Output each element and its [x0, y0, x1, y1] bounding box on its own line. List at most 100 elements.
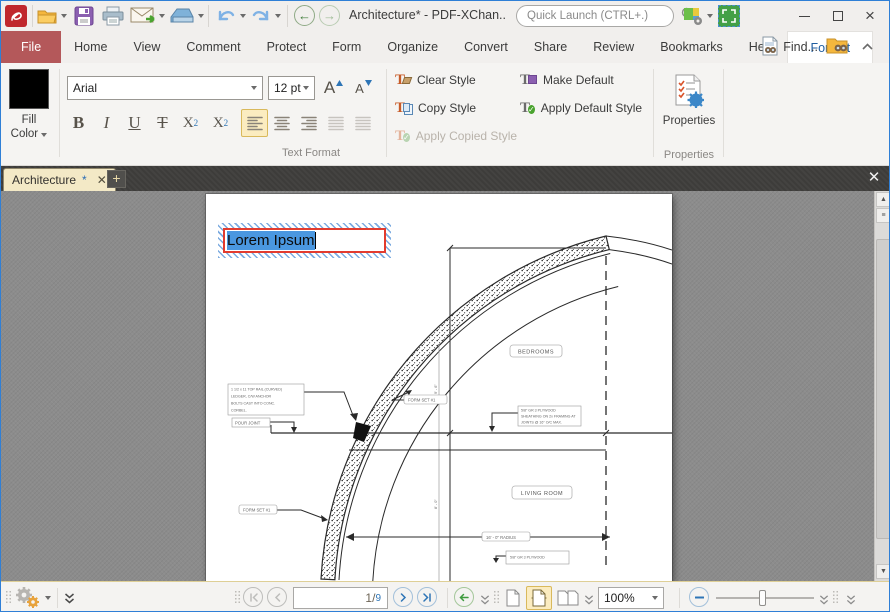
next-page-button[interactable]	[393, 587, 413, 607]
scroll-down-button[interactable]: ▼	[876, 564, 890, 579]
justify-button[interactable]	[322, 109, 349, 137]
ui-options-icon[interactable]	[681, 5, 707, 27]
scroll-up-button[interactable]: ▲	[876, 192, 890, 207]
email-icon[interactable]	[129, 5, 159, 27]
zoom-slider-handle[interactable]	[759, 590, 766, 606]
make-default-button[interactable]: T Make Default	[520, 69, 614, 91]
apply-default-style-button[interactable]: T✓ Apply Default Style	[520, 97, 642, 119]
font-size-select[interactable]: 12 pt	[268, 76, 315, 100]
shrink-font-button[interactable]: A	[350, 74, 377, 102]
align-left-button[interactable]	[241, 109, 268, 137]
back-icon[interactable]: ←	[294, 5, 315, 26]
fill-color-swatch[interactable]	[9, 69, 49, 109]
underline-button[interactable]: U	[121, 109, 148, 137]
layout-continuous-button[interactable]	[526, 586, 552, 610]
vertical-scrollbar[interactable]: ▲ ≡ ▼	[874, 191, 890, 581]
italic-button[interactable]: I	[93, 109, 120, 137]
textbox-selected-text[interactable]: Lorem Ipsum	[227, 231, 315, 250]
layout-single-button[interactable]	[502, 586, 524, 610]
close-button[interactable]: ×	[853, 1, 887, 31]
last-page-button[interactable]	[417, 587, 437, 607]
first-page-button[interactable]	[243, 587, 263, 607]
find-document-icon	[761, 36, 779, 59]
tab-share[interactable]: Share	[521, 31, 580, 63]
strikethrough-button[interactable]: T	[149, 109, 176, 137]
maximize-button[interactable]	[821, 1, 855, 31]
font-family-select[interactable]: Arial	[67, 76, 263, 100]
new-tab-button[interactable]: +	[107, 170, 126, 188]
tab-protect[interactable]: Protect	[254, 31, 320, 63]
zoom-options-expand-button[interactable]	[819, 592, 829, 610]
textbox-annotation[interactable]: Lorem Ipsum	[223, 228, 386, 253]
bold-button[interactable]: B	[65, 109, 92, 137]
previous-view-button[interactable]	[454, 587, 474, 607]
minimize-button[interactable]	[787, 1, 821, 31]
save-icon[interactable]	[72, 4, 96, 28]
quick-launch-input[interactable]	[527, 10, 681, 22]
align-right-button[interactable]	[295, 109, 322, 137]
close-tab-icon[interactable]: ✕	[97, 173, 107, 187]
toolbar-grip[interactable]	[5, 590, 12, 605]
open-dropdown-icon[interactable]	[61, 14, 67, 18]
tab-convert[interactable]: Convert	[451, 31, 521, 63]
status-options-button[interactable]	[14, 586, 51, 610]
justify-all-button[interactable]	[349, 109, 376, 137]
tab-review[interactable]: Review	[580, 31, 647, 63]
tab-bookmarks[interactable]: Bookmarks	[647, 31, 736, 63]
ui-options-dropdown-icon[interactable]	[707, 14, 713, 18]
toolbar-grip[interactable]	[832, 590, 839, 605]
layout-options-expand-button[interactable]	[584, 592, 594, 610]
align-center-button[interactable]	[268, 109, 295, 137]
more-tools-expand-button[interactable]	[846, 592, 856, 610]
tab-organize[interactable]: Organize	[374, 31, 451, 63]
scroll-options-button[interactable]: ≡	[876, 208, 890, 223]
email-dropdown-icon[interactable]	[159, 14, 165, 18]
expand-panel-button[interactable]	[64, 591, 75, 609]
fill-color-label[interactable]: Fill Color	[1, 113, 57, 141]
tab-home[interactable]: Home	[61, 31, 120, 63]
properties-button[interactable]: Properties	[661, 67, 717, 147]
fullscreen-icon[interactable]	[718, 5, 740, 27]
quick-launch-box[interactable]	[516, 5, 674, 27]
close-document-icon[interactable]: ✕	[864, 169, 884, 188]
previous-page-button[interactable]	[267, 587, 287, 607]
zoom-level-select[interactable]: 100%	[598, 587, 664, 609]
undo-icon[interactable]	[214, 4, 238, 28]
tab-view[interactable]: View	[121, 31, 174, 63]
make-default-icon: T	[520, 73, 537, 88]
view-options-expand-button[interactable]	[480, 592, 490, 610]
collapse-ribbon-icon[interactable]	[854, 38, 881, 56]
clear-style-button[interactable]: T Clear Style	[395, 69, 476, 91]
forward-icon[interactable]: →	[319, 5, 340, 26]
tab-form[interactable]: Form	[319, 31, 374, 63]
tab-file[interactable]: File	[1, 31, 61, 63]
apply-copied-style-button[interactable]: T✓ Apply Copied Style	[395, 125, 517, 147]
scan-icon[interactable]	[168, 6, 196, 26]
grow-font-button[interactable]: A	[320, 74, 347, 102]
open-icon[interactable]	[36, 5, 60, 27]
properties-icon	[674, 74, 704, 111]
textbox-selection-frame[interactable]: Lorem Ipsum	[218, 223, 391, 258]
toolbar-grip[interactable]	[234, 590, 241, 605]
zoom-out-button[interactable]	[689, 587, 709, 607]
text-caret	[315, 232, 317, 249]
undo-dropdown-icon[interactable]	[240, 14, 246, 18]
superscript-button[interactable]: X2	[207, 109, 234, 137]
print-icon[interactable]	[100, 4, 126, 28]
subscript-button[interactable]: X2	[177, 109, 204, 137]
scan-dropdown-icon[interactable]	[198, 14, 204, 18]
total-pages: 9	[375, 593, 381, 604]
redo-dropdown-icon[interactable]	[275, 14, 281, 18]
redo-icon[interactable]	[249, 4, 273, 28]
page-number-box[interactable]: 1/9	[293, 587, 388, 609]
tab-comment[interactable]: Comment	[173, 31, 253, 63]
toolbar-grip[interactable]	[493, 590, 500, 605]
form-set-top-label: FORM SET #1	[408, 398, 436, 403]
scrollbar-thumb[interactable]	[876, 239, 890, 539]
layout-two-page-button[interactable]	[554, 586, 582, 610]
divider	[447, 588, 448, 608]
search-in-files-button[interactable]	[826, 35, 850, 60]
find-button[interactable]: Find...	[757, 34, 822, 61]
document-tab-architecture[interactable]: Architecture * ✕	[3, 168, 116, 191]
copy-style-button[interactable]: T Copy Style	[395, 97, 476, 119]
